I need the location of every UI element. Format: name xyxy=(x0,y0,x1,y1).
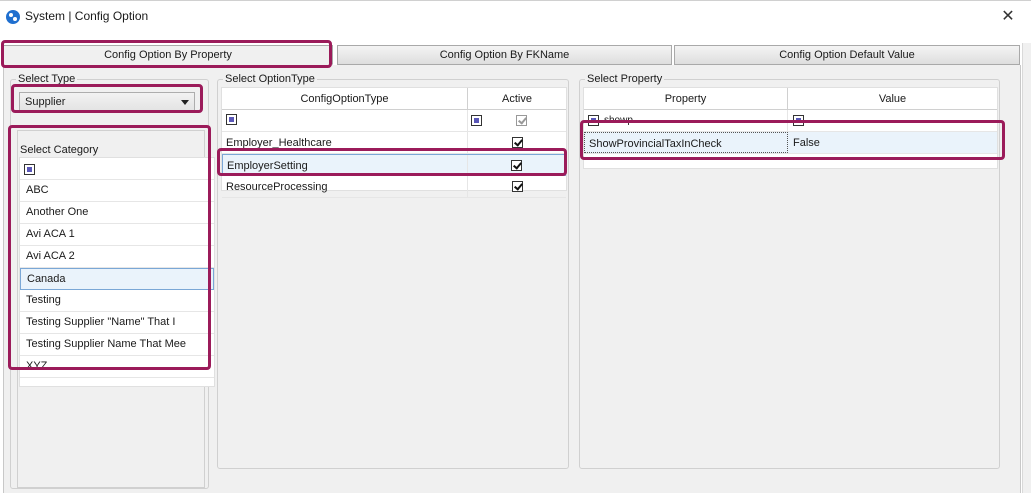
column-header-active[interactable]: Active xyxy=(468,88,566,109)
active-checkbox[interactable] xyxy=(511,181,523,192)
option-type-name: EmployerSetting xyxy=(223,155,468,175)
property-filter-input[interactable]: showp xyxy=(604,115,633,126)
type-dropdown-value: Supplier xyxy=(25,96,66,108)
category-item[interactable]: ABC xyxy=(20,180,214,202)
tab-content: Select Type Supplier Select Category ABC… xyxy=(3,65,1021,493)
column-header-configoptiontype[interactable]: ConfigOptionType xyxy=(222,88,468,109)
category-item[interactable]: Testing xyxy=(20,290,214,312)
title-bar: System | Config Option ✕ xyxy=(0,1,1031,33)
property-row-selected[interactable]: ShowProvincialTaxInCheck False xyxy=(584,132,997,154)
config-option-window: System | Config Option ✕ Config Option B… xyxy=(0,0,1031,493)
filter-icon[interactable] xyxy=(588,114,599,126)
column-header-value[interactable]: Value xyxy=(788,88,997,109)
tab-config-option-by-fkname[interactable]: Config Option By FKName xyxy=(337,45,672,65)
select-category-panel: Select Category ABC Another One Avi ACA … xyxy=(17,130,215,488)
select-option-type-label: Select OptionType xyxy=(223,73,317,85)
category-item[interactable]: Another One xyxy=(20,202,214,224)
category-item-selected[interactable]: Canada xyxy=(20,268,214,290)
category-item[interactable]: XYZ xyxy=(20,356,214,378)
option-type-grid: ConfigOptionType Active Employer_Healthc… xyxy=(221,87,567,198)
option-type-name: ResourceProcessing xyxy=(222,176,468,197)
window-scrollbar[interactable] xyxy=(1022,43,1031,493)
filter-icon[interactable] xyxy=(24,163,35,175)
property-name: ShowProvincialTaxInCheck xyxy=(584,132,788,153)
select-category-label: Select Category xyxy=(20,144,99,156)
filter-icon[interactable] xyxy=(226,114,237,125)
active-checkbox[interactable] xyxy=(511,137,523,148)
property-filter-row[interactable]: showp xyxy=(584,110,997,132)
category-filter-row[interactable] xyxy=(20,158,214,180)
option-type-row[interactable]: Employer_Healthcare xyxy=(222,132,566,154)
select-option-type-group: Select OptionType ConfigOptionType Activ… xyxy=(217,73,569,469)
select-type-label: Select Type xyxy=(16,73,78,85)
property-header: Property Value xyxy=(584,88,997,110)
option-type-header: ConfigOptionType Active xyxy=(222,88,566,110)
select-property-label: Select Property xyxy=(585,73,665,85)
property-value[interactable]: False xyxy=(788,132,997,153)
column-header-property[interactable]: Property xyxy=(584,88,788,109)
category-item[interactable]: Testing Supplier Name That Mee xyxy=(20,334,214,356)
category-item[interactable]: Avi ACA 1 xyxy=(20,224,214,246)
tab-config-option-by-property[interactable]: Config Option By Property xyxy=(3,45,333,65)
window-title: System | Config Option xyxy=(25,9,149,23)
app-logo-icon xyxy=(6,10,20,24)
category-item[interactable]: Avi ACA 2 xyxy=(20,246,214,268)
type-dropdown[interactable]: Supplier xyxy=(19,92,195,112)
option-type-row-selected[interactable]: EmployerSetting xyxy=(222,154,566,176)
chevron-down-icon[interactable] xyxy=(181,100,189,105)
select-type-group: Select Type Supplier Select Category ABC… xyxy=(10,73,215,489)
close-button[interactable]: ✕ xyxy=(998,9,1018,27)
tab-config-option-default-value[interactable]: Config Option Default Value xyxy=(674,45,1020,65)
option-type-filter-row[interactable] xyxy=(222,110,566,132)
tab-strip: Config Option By Property Config Option … xyxy=(0,43,1031,65)
filter-icon[interactable] xyxy=(793,114,804,126)
property-grid: Property Value showp ShowProvincialTaxIn… xyxy=(583,87,998,169)
category-list: ABC Another One Avi ACA 1 Avi ACA 2 Cana… xyxy=(19,157,215,387)
filter-icon[interactable] xyxy=(471,115,482,126)
active-filter-checkbox[interactable] xyxy=(516,115,527,126)
select-property-group: Select Property Property Value showp Sho… xyxy=(579,73,1000,469)
option-type-name: Employer_Healthcare xyxy=(222,132,468,153)
active-checkbox[interactable] xyxy=(510,160,522,171)
option-type-row[interactable]: ResourceProcessing xyxy=(222,176,566,198)
category-item[interactable]: Testing Supplier "Name" That I xyxy=(20,312,214,334)
